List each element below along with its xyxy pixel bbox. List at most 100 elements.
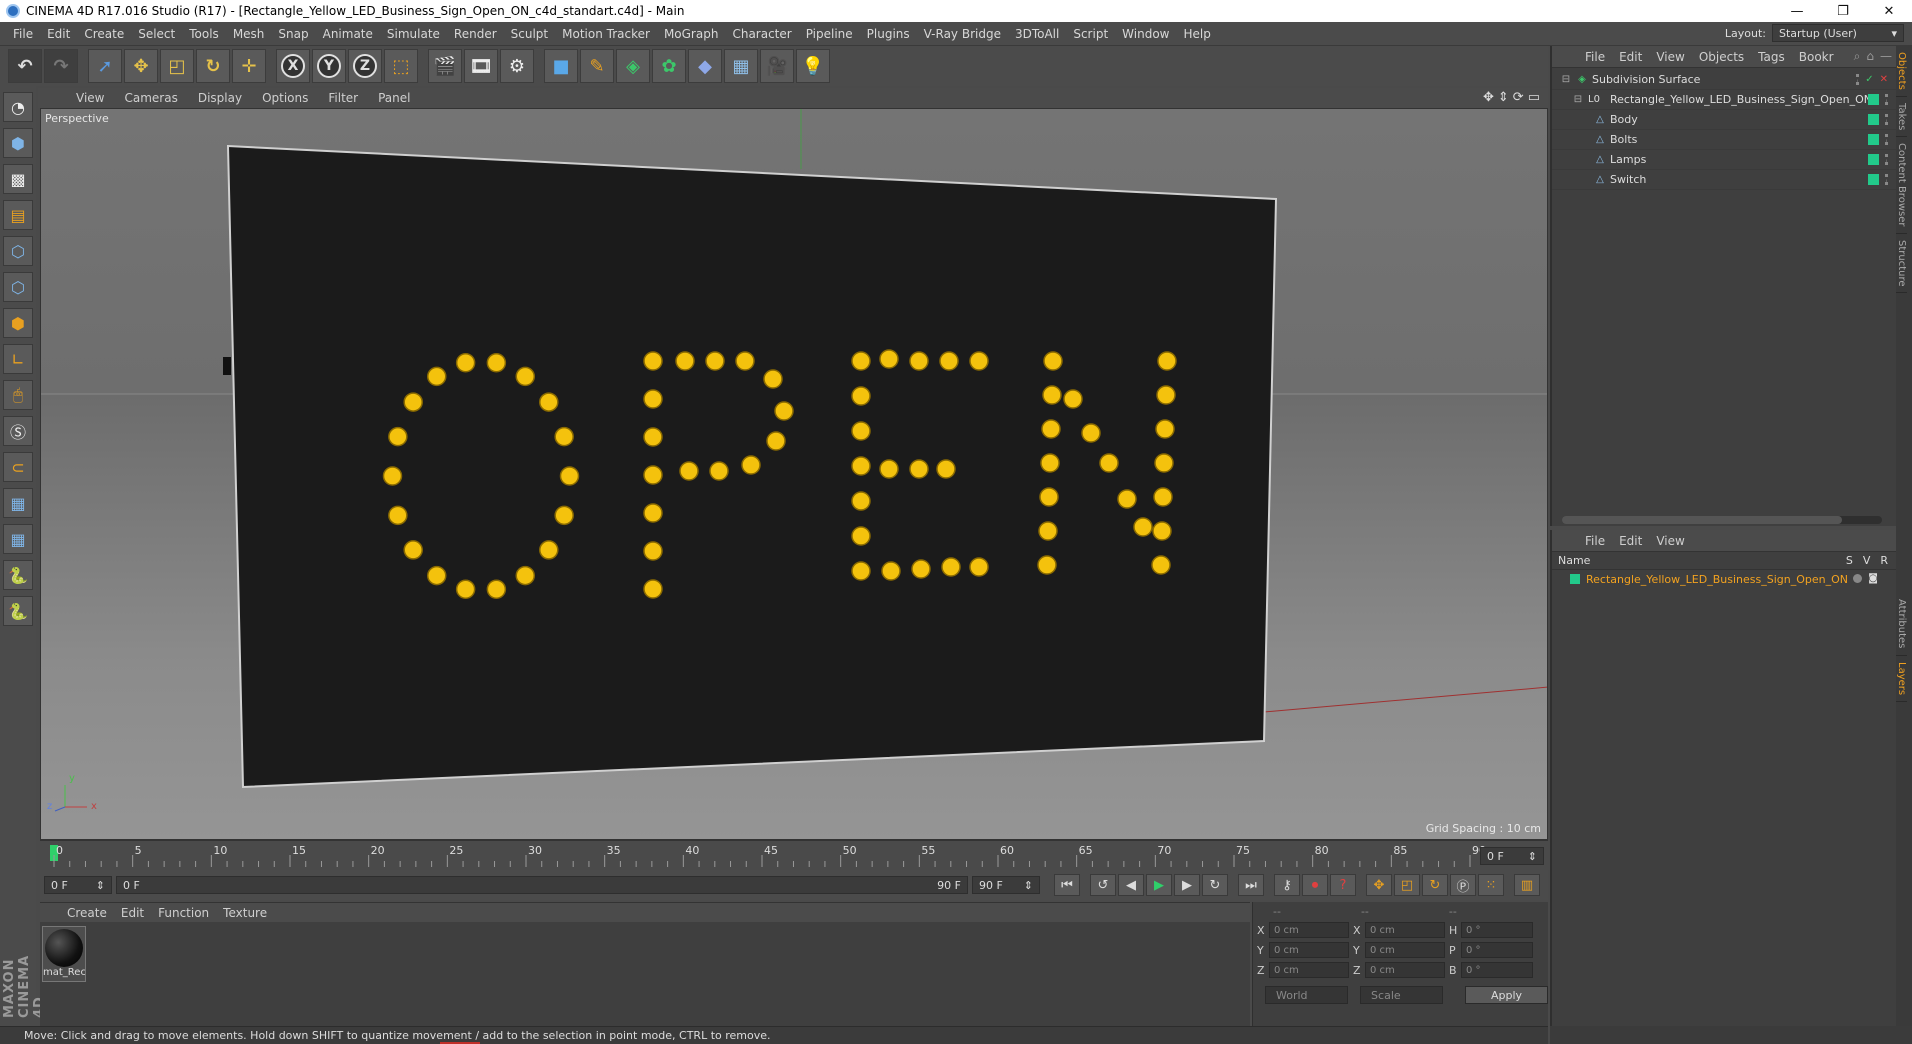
timeline-window-button[interactable]: ▥	[1514, 874, 1540, 896]
view-column[interactable]: V	[1863, 554, 1871, 567]
timeline-ruler[interactable]: 0 5 10 15 20 25 30 35 40 45 50 55 60 65 70 75 80 85 90 0 F…	[40, 840, 1548, 870]
tab-content-browser[interactable]: Content Browser	[1896, 137, 1907, 234]
menu-sculpt[interactable]: Sculpt	[504, 27, 555, 41]
record-keys-button[interactable]: ⚷	[1274, 874, 1300, 896]
material-menu-edit[interactable]: Edit	[114, 906, 151, 920]
menu-edit[interactable]: Edit	[40, 27, 77, 41]
coordinate-system-button[interactable]: ⬚	[384, 49, 418, 83]
home-icon[interactable]: ⌂	[1866, 49, 1874, 64]
render-settings-button[interactable]: ⚙	[500, 49, 534, 83]
object-menu-view[interactable]: View	[1649, 50, 1691, 64]
play-button[interactable]: ▶	[1146, 874, 1172, 896]
scale-tool-button[interactable]: ◰	[160, 49, 194, 83]
rotate-tool-button[interactable]: ↻	[196, 49, 230, 83]
layer-color-swatch[interactable]	[1868, 174, 1879, 185]
menu-simulate[interactable]: Simulate	[380, 27, 447, 41]
maximize-view-icon[interactable]: ▭	[1528, 90, 1540, 105]
transform-mode-dropdown[interactable]: Scale	[1360, 986, 1444, 1004]
apply-button[interactable]: Apply	[1465, 986, 1548, 1004]
add-camera-button[interactable]: 🎥	[760, 49, 794, 83]
orbit-icon[interactable]: ⟳	[1513, 90, 1524, 105]
scale-key-button[interactable]: ◰	[1394, 874, 1420, 896]
go-to-end-button[interactable]: ⏭	[1238, 874, 1264, 896]
viewport-menu-panel[interactable]: Panel	[368, 91, 420, 105]
position-key-button[interactable]: ✥	[1366, 874, 1392, 896]
next-frame-button[interactable]: ▶	[1174, 874, 1200, 896]
layer-color-swatch[interactable]	[1868, 94, 1879, 105]
menu-animate[interactable]: Animate	[316, 27, 380, 41]
undo-button[interactable]: ↶	[8, 49, 42, 83]
solo-column[interactable]: S	[1846, 554, 1853, 567]
solo-toggle-icon[interactable]	[1853, 574, 1862, 583]
menu-plugins[interactable]: Plugins	[860, 27, 917, 41]
delete-tag-icon[interactable]: ✕	[1880, 74, 1888, 85]
python-script-button[interactable]: 🐍	[3, 560, 33, 590]
object-menu-tags[interactable]: Tags	[1751, 50, 1792, 64]
layer-name-column[interactable]: Name	[1558, 554, 1590, 567]
collapse-toggle-icon[interactable]: ⊟	[1572, 94, 1584, 106]
rotation-h-field[interactable]: 0 °	[1461, 922, 1533, 938]
perspective-viewport[interactable]: Perspective y x z Grid Spacing : 10 cm	[40, 108, 1548, 840]
layer-color-swatch[interactable]	[1868, 114, 1879, 125]
visibility-dots[interactable]	[1856, 74, 1860, 85]
collapse-toggle-icon[interactable]: ⊟	[1560, 74, 1572, 86]
view-toggle-icon[interactable]: ◙	[1868, 573, 1878, 584]
position-y-field[interactable]: 0 cm	[1269, 942, 1349, 958]
visibility-dots[interactable]	[1885, 154, 1888, 165]
viewport-menu-display[interactable]: Display	[188, 91, 252, 105]
material-menu-texture[interactable]: Texture	[216, 906, 274, 920]
redo-button[interactable]: ↷	[44, 49, 78, 83]
tree-row[interactable]: ⊟ L0 Rectangle_Yellow_LED_Business_Sign_…	[1552, 90, 1896, 110]
previous-frame-button[interactable]: ◀	[1118, 874, 1144, 896]
menu-render[interactable]: Render	[447, 27, 504, 41]
viewport-menu-cameras[interactable]: Cameras	[114, 91, 187, 105]
tab-structure[interactable]: Structure	[1896, 234, 1907, 294]
add-cube-button[interactable]: ■	[544, 49, 578, 83]
menu-window[interactable]: Window	[1115, 27, 1176, 41]
menu-tools[interactable]: Tools	[182, 27, 226, 41]
rotation-b-field[interactable]: 0 °	[1461, 962, 1533, 978]
coordinate-mode-dropdown[interactable]: World	[1265, 986, 1349, 1004]
model-mode-button[interactable]: ⬢	[3, 128, 33, 158]
end-frame-field[interactable]: 90 F ⇕	[972, 876, 1040, 894]
restore-icon[interactable]: ❐	[1820, 0, 1866, 22]
add-deformer-button[interactable]: ◆	[688, 49, 722, 83]
menu-help[interactable]: Help	[1176, 27, 1217, 41]
keyframe-selection-button[interactable]: ?	[1330, 874, 1356, 896]
last-tool-button[interactable]: ✛	[232, 49, 266, 83]
parameter-key-button[interactable]: Ⓟ	[1450, 874, 1476, 896]
layer-row[interactable]: Rectangle_Yellow_LED_Business_Sign_Open_…	[1552, 570, 1896, 588]
tab-takes[interactable]: Takes	[1896, 97, 1907, 138]
tree-row[interactable]: △ Lamps	[1552, 150, 1896, 170]
object-manager-scrollbar[interactable]	[1562, 516, 1882, 524]
move-tool-button[interactable]: ✥	[124, 49, 158, 83]
menu-mesh[interactable]: Mesh	[226, 27, 272, 41]
viewport-menu-options[interactable]: Options	[252, 91, 318, 105]
add-subdivision-button[interactable]: ◈	[616, 49, 650, 83]
menu-pipeline[interactable]: Pipeline	[799, 27, 860, 41]
add-mograph-button[interactable]: ✿	[652, 49, 686, 83]
minimize-icon[interactable]: —	[1774, 0, 1820, 22]
viewport-menu-filter[interactable]: Filter	[318, 91, 368, 105]
position-x-field[interactable]: 0 cm	[1269, 922, 1349, 938]
size-z-field[interactable]: 0 cm	[1365, 962, 1445, 978]
x-axis-lock-button[interactable]: X	[276, 49, 310, 83]
live-selection-button[interactable]: ➚	[88, 49, 122, 83]
material-menu-function[interactable]: Function	[151, 906, 216, 920]
tree-row[interactable]: △ Bolts	[1552, 130, 1896, 150]
layer-color-swatch[interactable]	[1570, 574, 1580, 584]
solo-button[interactable]: Ⓢ	[3, 416, 33, 446]
rotation-p-field[interactable]: 0 °	[1461, 942, 1533, 958]
tree-row[interactable]: △ Body	[1552, 110, 1896, 130]
right-bottom-scrollbar[interactable]	[1550, 1026, 1912, 1044]
collapse-icon[interactable]: —	[1880, 49, 1892, 64]
material-menu-create[interactable]: Create	[60, 906, 114, 920]
size-y-field[interactable]: 0 cm	[1365, 942, 1445, 958]
visibility-dots[interactable]	[1885, 94, 1888, 105]
enabled-check-icon[interactable]: ✓	[1865, 74, 1873, 85]
menu-motion-tracker[interactable]: Motion Tracker	[555, 27, 657, 41]
layout-dropdown[interactable]: Startup (User) ▾	[1772, 24, 1904, 42]
layer-menu-edit[interactable]: Edit	[1612, 534, 1649, 548]
object-menu-bookmarks[interactable]: Bookr	[1792, 50, 1841, 64]
object-menu-edit[interactable]: Edit	[1612, 50, 1649, 64]
